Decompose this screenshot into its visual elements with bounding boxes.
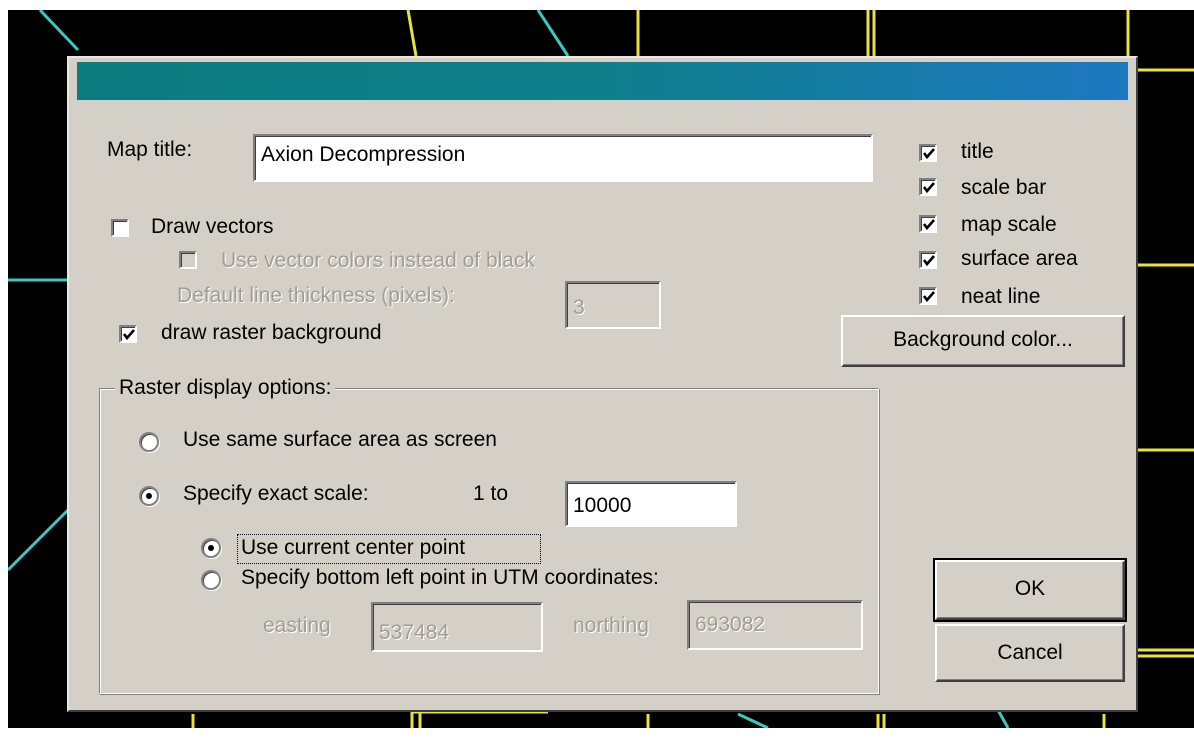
checkmark-icon [922, 182, 935, 194]
same-surface-radio[interactable] [139, 432, 159, 452]
checkmark-icon [122, 329, 135, 341]
neat-line-option-label: neat line [961, 285, 1041, 308]
scale-bar-checkbox[interactable] [919, 178, 937, 196]
easting-input[interactable]: 537484 [371, 602, 543, 652]
bottom-left-radio[interactable] [201, 570, 221, 590]
same-surface-label: Use same surface area as screen [183, 428, 497, 451]
use-vector-colors-label: Use vector colors instead of black [221, 249, 535, 272]
checkmark-icon [922, 148, 935, 160]
title-option-label: title [961, 140, 994, 163]
title-checkbox[interactable] [919, 144, 937, 162]
dialog-titlebar[interactable] [77, 62, 1128, 100]
map-scale-option-label: map scale [961, 213, 1057, 236]
ok-button[interactable]: OK [933, 558, 1127, 622]
draw-raster-background-checkbox[interactable] [119, 325, 137, 343]
neat-line-checkbox[interactable] [919, 287, 937, 305]
map-scale-checkbox[interactable] [919, 215, 937, 233]
draw-vectors-label: Draw vectors [151, 215, 274, 238]
checkmark-icon [922, 219, 935, 231]
surface-area-option-label: surface area [961, 247, 1078, 270]
checkmark-icon [922, 291, 935, 303]
draw-vectors-checkbox[interactable] [111, 219, 129, 237]
northing-label: northing [573, 614, 649, 637]
print-options-dialog: Map title: Axion Decompression Draw vect… [67, 56, 1138, 712]
exact-scale-label: Specify exact scale: [183, 482, 369, 505]
map-title-label: Map title: [107, 138, 193, 161]
map-title-input[interactable]: Axion Decompression [253, 134, 873, 182]
bottom-left-label: Specify bottom left point in UTM coordin… [241, 566, 659, 589]
northing-input[interactable]: 693082 [687, 600, 863, 650]
line-thickness-label: Default line thickness (pixels): [177, 284, 455, 307]
surface-area-checkbox[interactable] [919, 251, 937, 269]
cancel-button[interactable]: Cancel [935, 624, 1125, 682]
scale-bar-option-label: scale bar [961, 176, 1047, 199]
scale-ratio-input[interactable]: 10000 [565, 481, 737, 527]
current-center-label: Use current center point [241, 536, 466, 559]
current-center-radio[interactable] [201, 538, 221, 558]
checkmark-icon [922, 255, 935, 267]
exact-scale-radio[interactable] [139, 486, 159, 506]
line-thickness-input[interactable]: 3 [565, 281, 661, 329]
raster-display-options-title: Raster display options: [115, 376, 336, 400]
background-color-button[interactable]: Background color... [841, 315, 1125, 367]
draw-raster-background-label: draw raster background [161, 321, 382, 344]
scale-ratio-prefix: 1 to [473, 482, 509, 505]
easting-label: easting [263, 614, 331, 637]
use-vector-colors-checkbox[interactable] [179, 251, 197, 269]
